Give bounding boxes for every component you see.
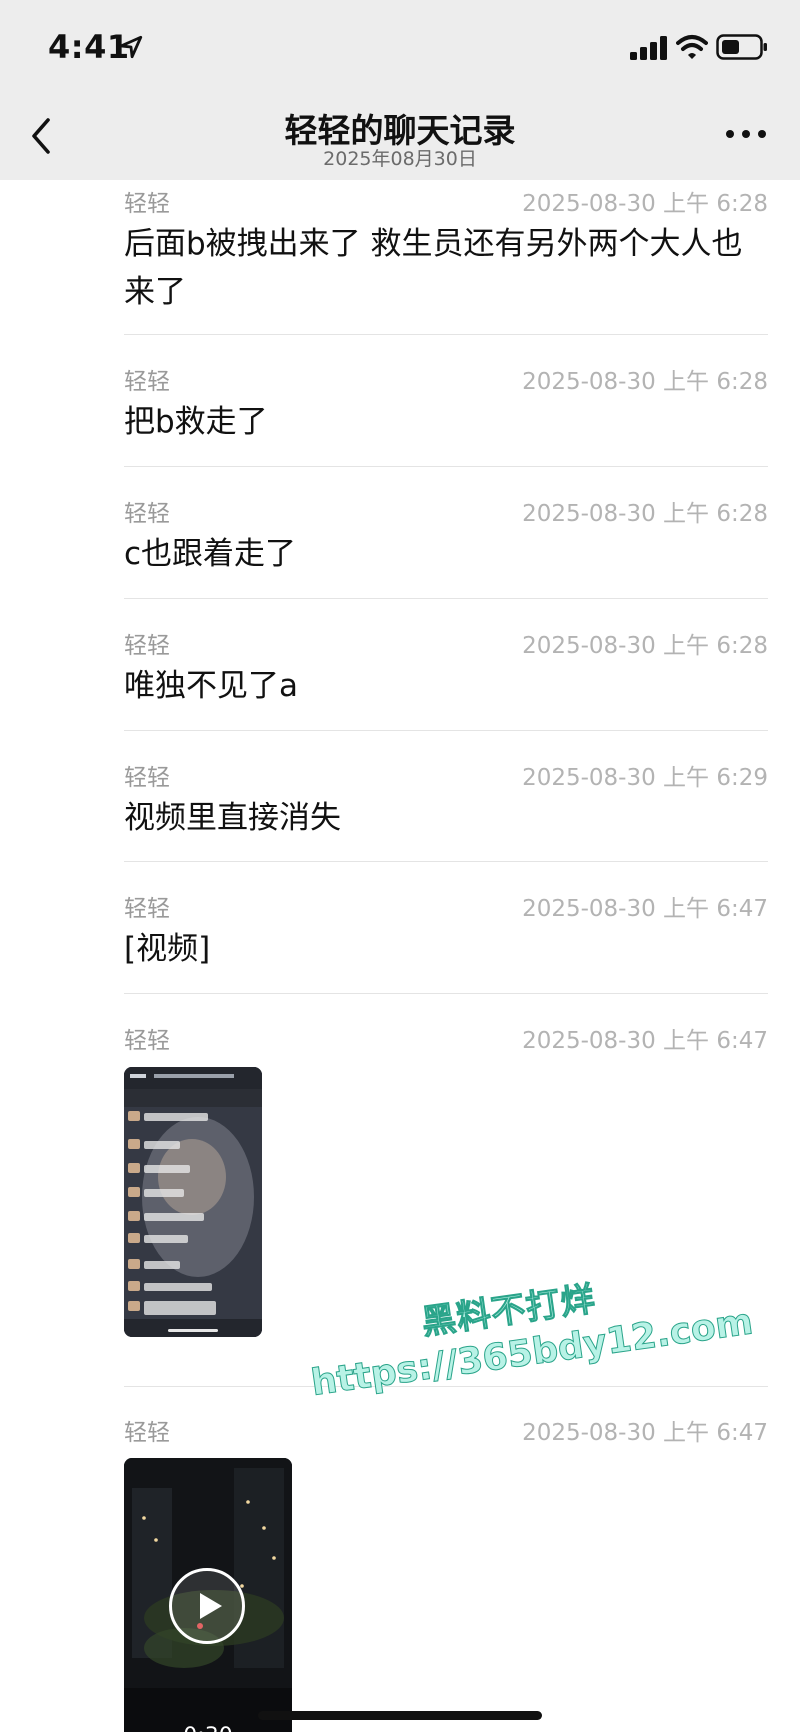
video-thumbnail[interactable]: 0:30 — [124, 1458, 292, 1732]
message-timestamp: 2025-08-30 上午 6:28 — [522, 191, 768, 217]
sender-name: 轻轻 — [124, 191, 170, 217]
wifi-icon — [676, 35, 708, 59]
message-text: 后面b被拽出来了 救生员还有另外两个大人也来了 — [124, 226, 743, 310]
message-item[interactable]: 轻轻 2025-08-30 上午 6:28 后面b被拽出来了 救生员还有另外两个… — [124, 184, 768, 310]
message-item[interactable]: 轻轻 2025-08-30 上午 6:47 — [124, 1021, 768, 1351]
message-divider — [124, 730, 768, 731]
message-divider — [124, 993, 768, 994]
top-bar: 4:41 轻轻的聊天记录 2025年08月30日 — [0, 0, 800, 180]
home-indicator[interactable] — [258, 1711, 542, 1720]
message-item[interactable]: 轻轻 2025-08-30 上午 6:28 c也跟着走了 — [124, 494, 768, 584]
sender-name: 轻轻 — [124, 1420, 170, 1446]
message-divider — [124, 466, 768, 467]
sender-name: 轻轻 — [124, 1028, 170, 1054]
image-thumbnail[interactable] — [124, 1067, 262, 1337]
play-icon — [200, 1593, 222, 1619]
message-text: 视频里直接消失 — [124, 800, 341, 836]
sender-name: 轻轻 — [124, 369, 170, 395]
message-timestamp: 2025-08-30 上午 6:28 — [522, 501, 768, 527]
message-item[interactable]: 轻轻 2025-08-30 上午 6:47 [视频] — [124, 889, 768, 979]
chat-history-list[interactable]: 轻轻 2025-08-30 上午 6:28 后面b被拽出来了 救生员还有另外两个… — [0, 180, 800, 1732]
message-item[interactable]: 轻轻 2025-08-30 上午 6:47 — [124, 1413, 768, 1732]
location-arrow-icon — [119, 35, 143, 59]
message-text: 把b救走了 — [124, 404, 268, 440]
message-text: c也跟着走了 — [124, 536, 297, 572]
message-timestamp: 2025-08-30 上午 6:47 — [522, 896, 768, 922]
message-timestamp: 2025-08-30 上午 6:47 — [522, 1420, 768, 1446]
sender-name: 轻轻 — [124, 501, 170, 527]
message-text: 唯独不见了a — [124, 668, 298, 704]
message-divider — [124, 334, 768, 335]
message-item[interactable]: 轻轻 2025-08-30 上午 6:28 把b救走了 — [124, 362, 768, 452]
message-text: [视频] — [124, 931, 211, 967]
message-timestamp: 2025-08-30 上午 6:28 — [522, 369, 768, 395]
more-options-icon[interactable] — [724, 122, 768, 146]
play-button[interactable] — [169, 1568, 245, 1644]
message-item[interactable]: 轻轻 2025-08-30 上午 6:29 视频里直接消失 — [124, 758, 768, 848]
message-divider — [124, 598, 768, 599]
message-timestamp: 2025-08-30 上午 6:28 — [522, 633, 768, 659]
sender-name: 轻轻 — [124, 896, 170, 922]
message-item[interactable]: 轻轻 2025-08-30 上午 6:28 唯独不见了a — [124, 626, 768, 716]
sender-name: 轻轻 — [124, 765, 170, 791]
video-duration: 0:30 — [124, 1724, 292, 1732]
message-timestamp: 2025-08-30 上午 6:29 — [522, 765, 768, 791]
message-divider — [124, 1386, 768, 1387]
sender-name: 轻轻 — [124, 633, 170, 659]
chat-screenshot-image — [124, 1067, 262, 1337]
page-subtitle-date: 2025年08月30日 — [323, 148, 477, 170]
cellular-signal-icon — [630, 36, 667, 60]
message-divider — [124, 861, 768, 862]
message-timestamp: 2025-08-30 上午 6:47 — [522, 1028, 768, 1054]
battery-icon — [716, 34, 767, 60]
